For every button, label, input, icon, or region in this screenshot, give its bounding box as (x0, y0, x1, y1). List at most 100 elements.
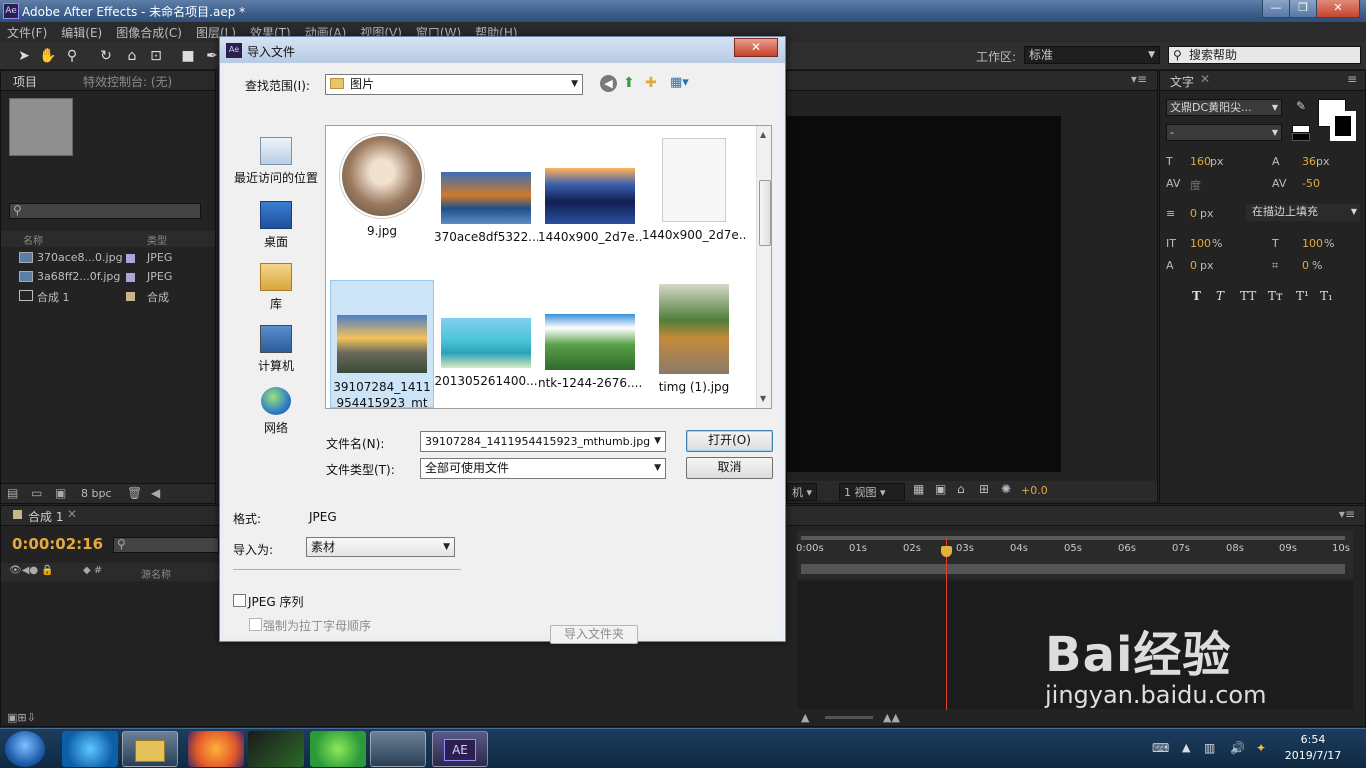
tracking-value[interactable]: -50 (1302, 177, 1320, 190)
back-icon[interactable]: ◀ (600, 75, 617, 92)
current-timecode[interactable]: 0:00:02:16 (12, 535, 103, 553)
file-item[interactable]: 1440x900_2d7e... (538, 134, 642, 244)
taskbar-explorer[interactable] (122, 731, 178, 767)
new-folder-icon[interactable]: ✚ (645, 75, 657, 91)
taskbar-media-app[interactable] (248, 731, 304, 767)
volume-icon[interactable]: 🔊 (1230, 741, 1245, 755)
label-color-swatch[interactable] (126, 292, 135, 301)
up-folder-icon[interactable]: ⬆ (623, 75, 635, 91)
time-navigator-bar[interactable] (801, 564, 1345, 574)
playhead-icon[interactable] (941, 546, 952, 557)
selection-tool-icon[interactable]: ➤ (14, 46, 34, 66)
rotate-tool-icon[interactable]: ↻ (96, 46, 116, 66)
tab-character[interactable]: 文字 (1170, 73, 1194, 90)
leading-value[interactable]: 36 (1302, 155, 1316, 168)
start-button[interactable] (5, 731, 45, 767)
panel-menu-icon[interactable]: ▾≡ (1131, 72, 1147, 86)
dialog-titlebar[interactable]: Ae 导入文件 ✕ (220, 37, 785, 63)
av-switches-icon[interactable]: 👁◀● 🔒 (9, 565, 54, 576)
pan-behind-tool-icon[interactable]: ⊡ (146, 46, 166, 66)
small-caps-button[interactable]: Tт (1268, 289, 1283, 303)
list-item[interactable]: 370ace8...0.jpg JPEG (1, 249, 215, 268)
help-search-input[interactable]: ⚲ 搜索帮助 (1168, 46, 1361, 64)
superscript-button[interactable]: T¹ (1296, 289, 1309, 303)
tray-expand-icon[interactable]: ▲ (1182, 741, 1190, 754)
workspace-select[interactable]: 标准 ▼ (1024, 46, 1160, 64)
font-size-value[interactable]: 160 (1190, 155, 1211, 168)
stroke-color-swatch[interactable] (1330, 111, 1356, 141)
column-source-name[interactable]: 源名称 (141, 566, 171, 581)
toggle-switches-icon[interactable]: ▣⊞⇩ (7, 711, 36, 724)
close-app-button[interactable]: ✕ (1316, 0, 1360, 18)
dialog-close-button[interactable]: ✕ (734, 38, 778, 57)
force-alphabetical-checkbox[interactable] (249, 618, 262, 631)
tab-project[interactable]: 项目 (13, 73, 37, 90)
baseline-shift-value[interactable]: 0 (1190, 259, 1197, 272)
taskbar-media-player[interactable] (62, 731, 118, 767)
close-tab-icon[interactable]: ✕ (67, 507, 77, 521)
faux-italic-button[interactable]: T (1216, 289, 1224, 303)
file-item-selected[interactable]: 39107284_1411954415923_mthum (330, 280, 434, 408)
column-name[interactable]: 名称 (23, 232, 43, 247)
composition-canvas[interactable] (787, 116, 1061, 472)
scroll-down-icon[interactable]: ▼ (760, 394, 766, 403)
view-layout-select[interactable]: 1 视图 ▾ (839, 483, 905, 501)
timeline-search-input[interactable]: ⚲ (113, 537, 219, 553)
import-as-select[interactable]: 素材 ▼ (306, 537, 455, 557)
column-type[interactable]: 类型 (147, 232, 167, 247)
black-swatch[interactable] (1292, 133, 1310, 141)
zoom-out-icon[interactable]: ▲ (801, 711, 809, 724)
tab-composition[interactable]: 合成 1 (28, 508, 63, 525)
place-recent[interactable]: 最近访问的位置 (231, 137, 321, 186)
zoom-in-icon[interactable]: ▲▲ (883, 711, 900, 724)
place-libraries[interactable]: 库 (231, 263, 321, 312)
all-caps-button[interactable]: TT (1240, 289, 1256, 303)
zoom-tool-icon[interactable]: ⚲ (62, 46, 82, 66)
filename-input[interactable]: 39107284_1411954415923_mthumb.jpg ▼ (420, 431, 666, 452)
close-tab-icon[interactable]: ✕ (1200, 72, 1210, 86)
kerning-value[interactable]: 度 (1190, 177, 1201, 193)
view-menu-icon[interactable]: ▦▾ (670, 75, 689, 90)
file-item[interactable]: 370ace8df5322... (434, 134, 538, 244)
scroll-up-icon[interactable]: ▲ (760, 130, 766, 139)
show-snapshot-icon[interactable]: ▣ (935, 482, 946, 496)
work-area-bar[interactable] (801, 536, 1345, 540)
current-time-indicator[interactable] (946, 538, 947, 710)
time-ruler[interactable] (797, 530, 1353, 578)
file-list[interactable]: 9.jpg 370ace8df5322... 1440x900_2d7e... … (325, 125, 772, 409)
file-item[interactable]: ntk-1244-2676.... (538, 280, 642, 390)
font-style-select[interactable]: - ▼ (1166, 124, 1282, 141)
scrollbar-thumb[interactable] (759, 180, 771, 246)
trash-icon[interactable]: 🗑 (127, 486, 142, 500)
look-in-select[interactable]: 图片 ▼ (325, 74, 583, 95)
file-item[interactable]: 9.jpg (330, 134, 434, 238)
hand-tool-icon[interactable]: ✋ (38, 46, 58, 66)
interpret-footage-icon[interactable]: ▤ (7, 486, 18, 500)
place-network[interactable]: 网络 (231, 387, 321, 436)
panel-menu-icon[interactable]: ▾≡ (1339, 507, 1355, 521)
menu-edit[interactable]: 编辑(E) (54, 22, 109, 41)
snapshot-icon[interactable]: ▦ (913, 482, 924, 496)
label-tag-icon[interactable]: ◆ # (83, 565, 102, 576)
taskbar-firefox[interactable] (188, 731, 244, 767)
minimize-button[interactable]: — (1262, 0, 1290, 18)
menu-composition[interactable]: 图像合成(C) (109, 22, 189, 41)
maximize-button[interactable]: ❐ (1289, 0, 1317, 18)
faux-bold-button[interactable]: T (1192, 289, 1201, 303)
panel-menu-icon[interactable]: ≡ (1347, 72, 1357, 86)
exposure-value[interactable]: +0.0 (1021, 484, 1048, 497)
white-swatch[interactable] (1292, 125, 1310, 133)
cancel-button[interactable]: 取消 (686, 457, 773, 479)
stroke-width-value[interactable]: 0 (1190, 207, 1197, 220)
resolution-select[interactable]: 机 ▾ (787, 483, 818, 501)
stroke-mode-select[interactable]: 在描边上填充 ▼ (1246, 204, 1360, 221)
bpc-label[interactable]: 8 bpc (81, 487, 112, 500)
channel-icon[interactable]: ⌂ (957, 482, 965, 496)
file-list-scrollbar[interactable]: ▲ ▼ (756, 126, 771, 408)
taskbar-clock[interactable]: 6:54 2019/7/17 (1280, 733, 1346, 762)
place-desktop[interactable]: 桌面 (231, 201, 321, 250)
zoom-slider[interactable] (825, 716, 873, 719)
camera-tool-icon[interactable]: ⌂ (122, 46, 142, 66)
file-item[interactable]: 1440x900_2d7e... (642, 134, 746, 242)
rectangle-tool-icon[interactable]: ■ (178, 46, 198, 66)
